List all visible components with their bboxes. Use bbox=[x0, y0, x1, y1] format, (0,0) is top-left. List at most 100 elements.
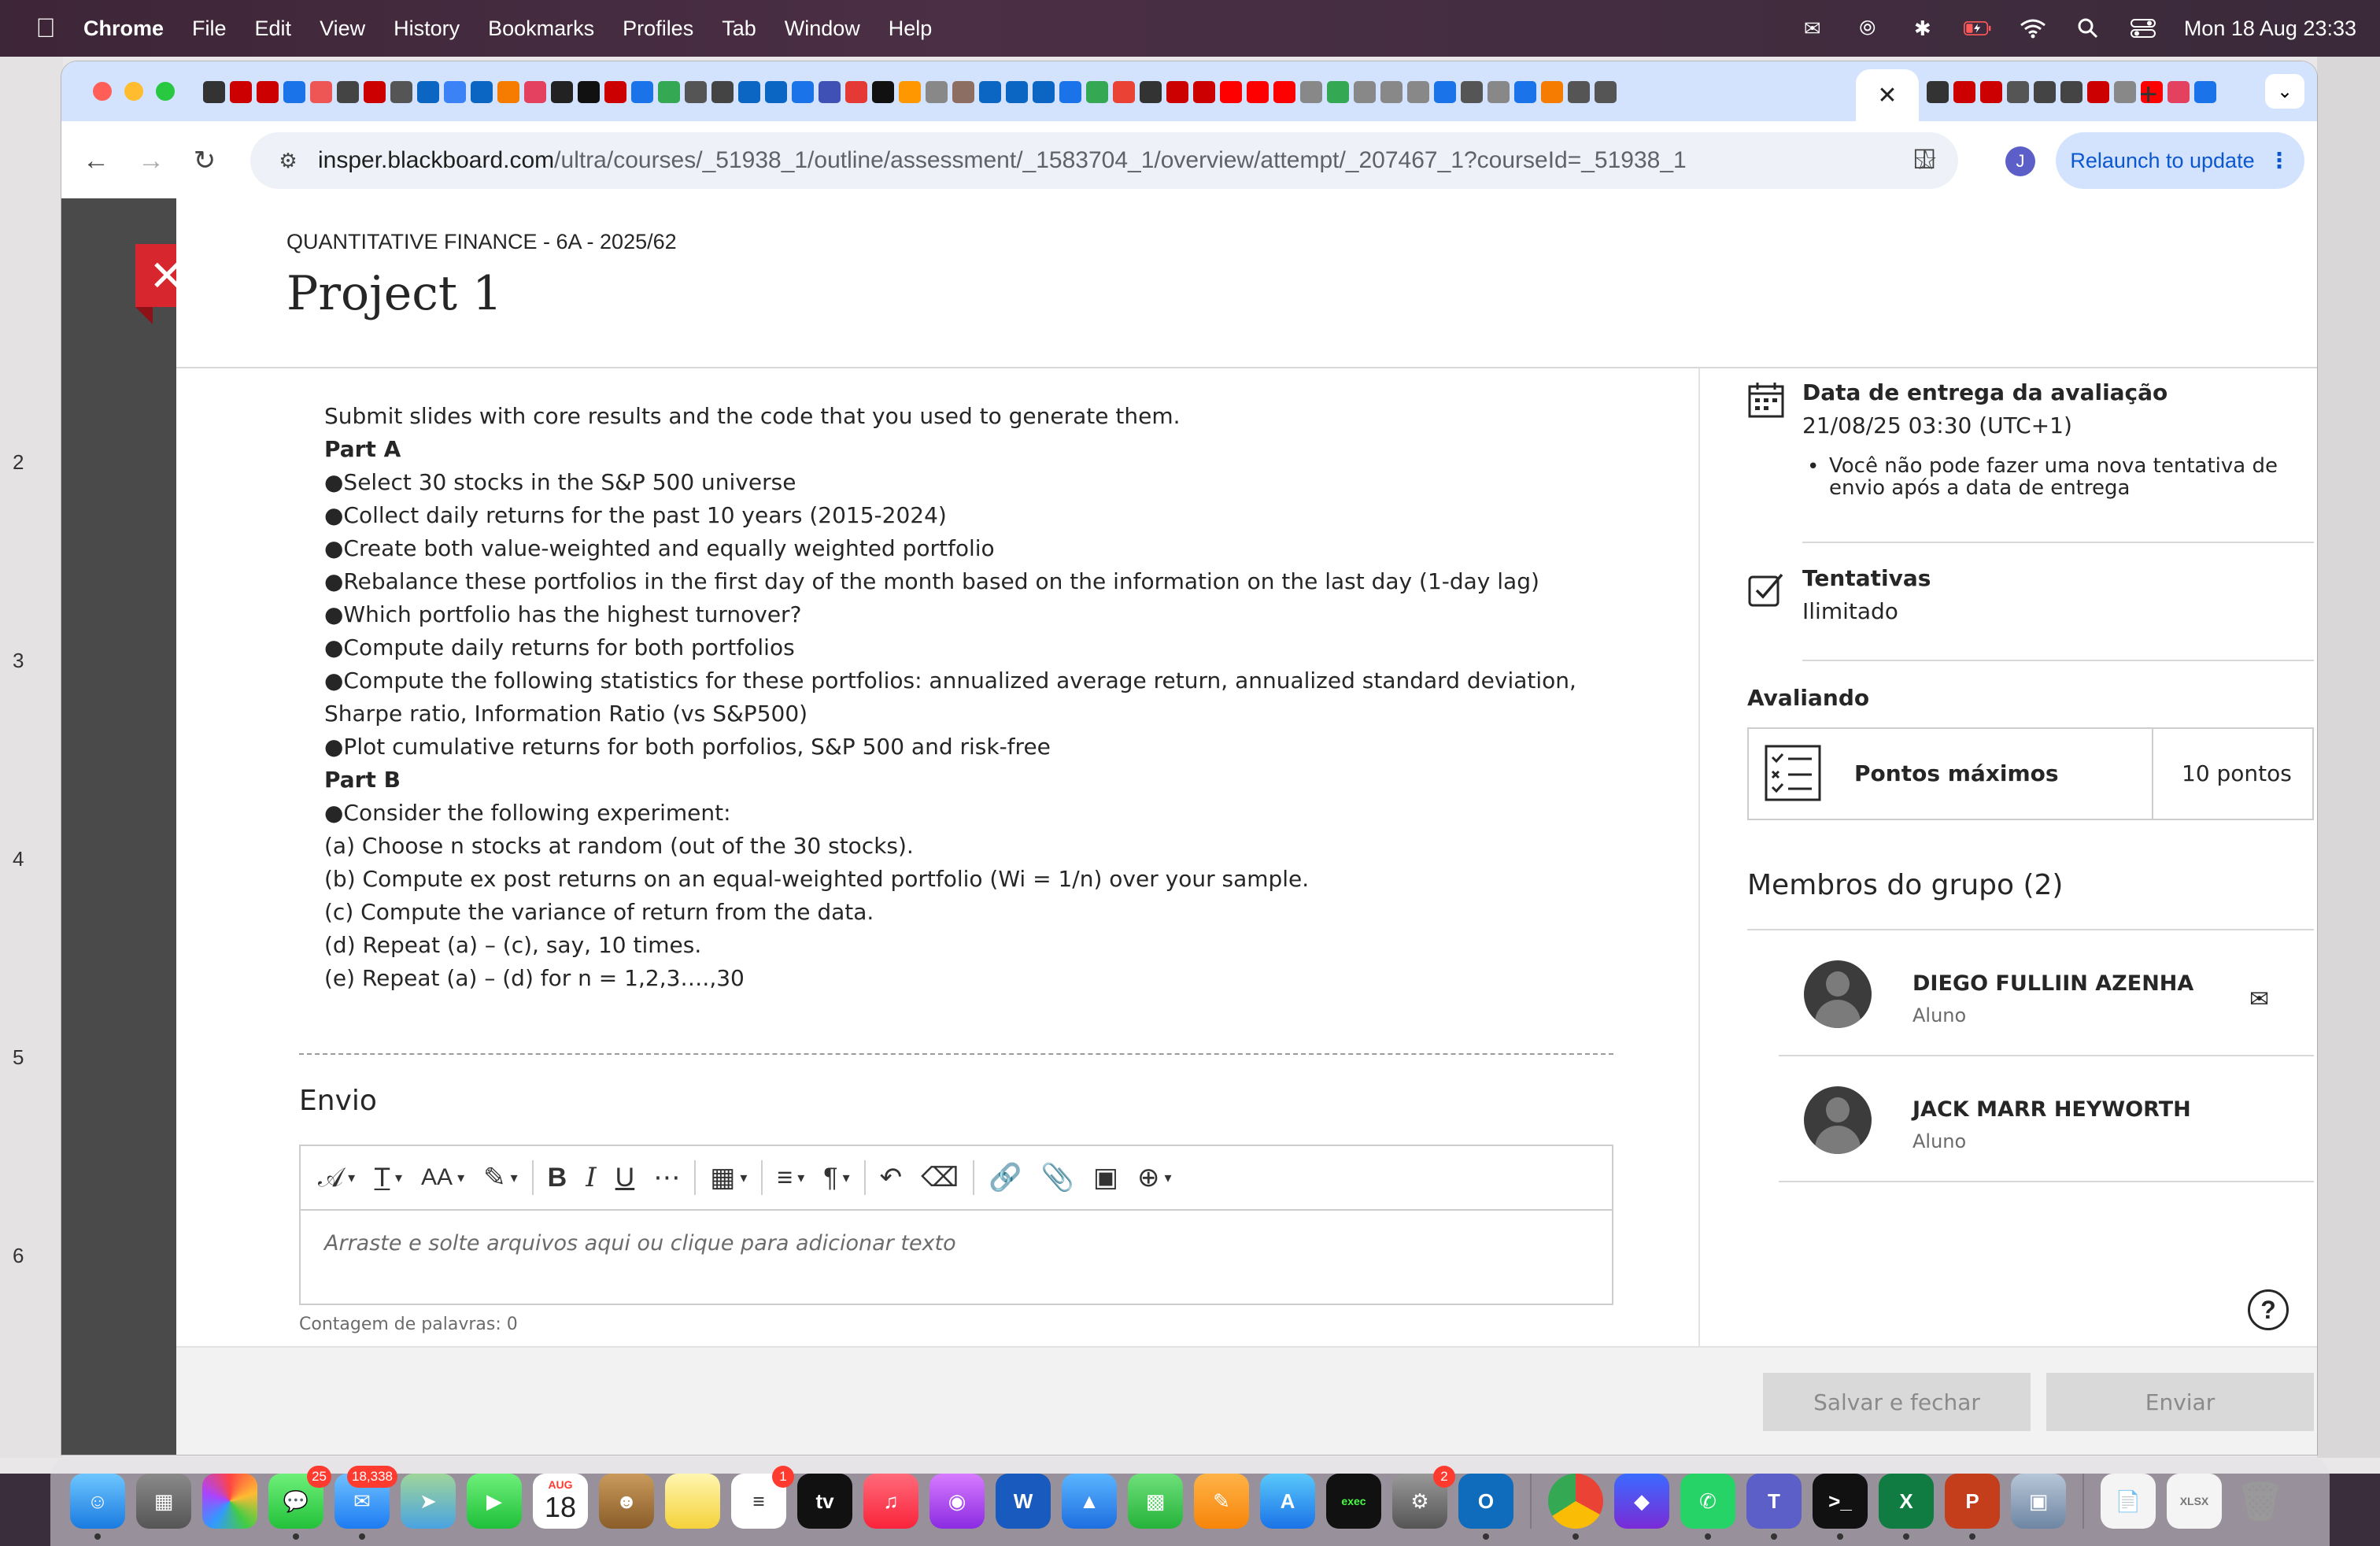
attachment-icon[interactable]: 📎 bbox=[1032, 1154, 1084, 1201]
text-style-icon[interactable]: 𝒜 ▾ bbox=[309, 1154, 364, 1201]
help-question-icon[interactable]: ? bbox=[2248, 1289, 2289, 1330]
tab-favicon-icon[interactable] bbox=[1327, 81, 1349, 103]
align-icon[interactable]: ≡ ▾ bbox=[767, 1154, 814, 1201]
keynote-icon[interactable]: ▲ bbox=[1062, 1474, 1117, 1529]
menu-history[interactable]: History bbox=[394, 17, 460, 41]
tab-favicon-icon[interactable] bbox=[819, 81, 841, 103]
slide-number[interactable]: 5 bbox=[13, 1045, 24, 1070]
tab-favicon-icon[interactable] bbox=[685, 81, 707, 103]
calendar-app-icon[interactable]: AUG 18 bbox=[533, 1474, 588, 1529]
tab-favicon-icon[interactable] bbox=[1380, 81, 1402, 103]
site-info-icon[interactable]: ⚙ bbox=[272, 149, 304, 173]
reminders-icon[interactable]: ≡ 1 bbox=[731, 1466, 794, 1529]
maps-icon[interactable]: ➤ bbox=[401, 1474, 456, 1529]
xlsx-stack-icon[interactable]: XLSX bbox=[2167, 1474, 2222, 1529]
outlook-status-icon[interactable]: ✉ bbox=[1798, 17, 1827, 40]
tab-favicon-icon[interactable] bbox=[497, 81, 519, 103]
tab-favicon-icon[interactable] bbox=[524, 81, 546, 103]
editor-placeholder[interactable]: Arraste e solte arquivos aqui ou clique … bbox=[324, 1231, 956, 1256]
whatsapp-icon[interactable]: ✆ bbox=[1680, 1474, 1735, 1540]
trash-icon[interactable]: 🗑 bbox=[2233, 1474, 2288, 1529]
battery-icon[interactable] bbox=[1963, 17, 1992, 40]
tab-favicon-icon[interactable] bbox=[310, 81, 332, 103]
tab-favicon-icon[interactable] bbox=[1220, 81, 1242, 103]
notes-icon[interactable] bbox=[665, 1474, 720, 1529]
underline-icon[interactable]: U bbox=[606, 1154, 645, 1201]
tab-favicon-icon[interactable] bbox=[2168, 81, 2190, 103]
tab-favicon-icon[interactable] bbox=[1461, 81, 1483, 103]
tab-favicon-icon[interactable] bbox=[1407, 81, 1429, 103]
active-tab[interactable]: ✕ bbox=[1856, 69, 1919, 121]
tab-favicon-icon[interactable] bbox=[1113, 81, 1135, 103]
terminal-icon[interactable]: >_ bbox=[1813, 1474, 1868, 1540]
tab-favicon-icon[interactable] bbox=[1514, 81, 1536, 103]
tab-favicon-icon[interactable] bbox=[2007, 81, 2029, 103]
table-icon[interactable]: ▦ ▾ bbox=[700, 1154, 756, 1201]
tab-favicon-icon[interactable] bbox=[1033, 81, 1055, 103]
tab-favicon-icon[interactable] bbox=[2114, 81, 2136, 103]
submit-button[interactable]: Enviar bbox=[2046, 1373, 2314, 1431]
minimize-window-icon[interactable] bbox=[124, 82, 143, 101]
powerpoint-icon[interactable]: P bbox=[1945, 1474, 2000, 1540]
tab-favicon-icon[interactable] bbox=[471, 81, 493, 103]
menu-profiles[interactable]: Profiles bbox=[623, 17, 693, 41]
wifi-icon[interactable] bbox=[2019, 17, 2047, 40]
tab-favicon-icon[interactable] bbox=[631, 81, 653, 103]
teams-icon[interactable]: T bbox=[1746, 1474, 1802, 1540]
close-window-icon[interactable] bbox=[93, 82, 112, 101]
tab-favicon-icon[interactable] bbox=[578, 81, 600, 103]
zoom-window-icon[interactable] bbox=[156, 82, 175, 101]
system-settings-icon[interactable]: ⚙ 2 bbox=[1392, 1466, 1455, 1529]
tab-favicon-icon[interactable] bbox=[872, 81, 894, 103]
tab-favicon-icon[interactable] bbox=[952, 81, 974, 103]
spotlight-search-icon[interactable] bbox=[2074, 17, 2102, 40]
tab-favicon-icon[interactable] bbox=[1086, 81, 1108, 103]
app-store-icon[interactable]: A bbox=[1260, 1474, 1315, 1529]
tab-favicon-icon[interactable] bbox=[792, 81, 814, 103]
tab-favicon-icon[interactable] bbox=[1006, 81, 1028, 103]
mail-icon[interactable]: ✉ 18,338 bbox=[334, 1466, 397, 1540]
paragraph-icon[interactable]: ¶ ▾ bbox=[814, 1154, 859, 1201]
more-options-icon[interactable]: ⋮ bbox=[2269, 149, 2290, 173]
tab-favicon-icon[interactable] bbox=[1166, 81, 1188, 103]
extensions-puzzle-icon[interactable]: ◫ bbox=[1913, 142, 1936, 172]
tab-favicon-icon[interactable] bbox=[551, 81, 573, 103]
tab-favicon-icon[interactable] bbox=[1953, 81, 1975, 103]
menu-tab[interactable]: Tab bbox=[722, 17, 756, 41]
tab-favicon-icon[interactable] bbox=[1568, 81, 1590, 103]
music-icon[interactable]: ♫ bbox=[863, 1474, 918, 1529]
submission-editor[interactable]: 𝒜 ▾ T̲ ▾ AA ▾ ✎ ▾ B I U ⋯ ▦ ▾ ≡ ▾ ¶ ▾ ↶ … bbox=[299, 1145, 1613, 1305]
tab-favicon-icon[interactable] bbox=[257, 81, 279, 103]
launchpad-icon[interactable]: ▦ bbox=[136, 1474, 191, 1529]
forward-arrow-icon[interactable]: → bbox=[132, 142, 170, 179]
tab-favicon-icon[interactable] bbox=[899, 81, 921, 103]
reload-icon[interactable]: ↻ bbox=[186, 142, 224, 179]
tab-favicon-icon[interactable] bbox=[1488, 81, 1510, 103]
slide-number[interactable]: 3 bbox=[13, 649, 24, 673]
paragraph-format-icon[interactable]: T̲ ▾ bbox=[364, 1154, 412, 1201]
undo-icon[interactable]: ↶ bbox=[870, 1154, 912, 1201]
tab-favicon-icon[interactable] bbox=[444, 81, 466, 103]
tab-favicon-icon[interactable] bbox=[658, 81, 680, 103]
menu-app-name[interactable]: Chrome bbox=[83, 17, 164, 41]
tab-favicon-icon[interactable] bbox=[845, 81, 867, 103]
tab-favicon-icon[interactable] bbox=[1300, 81, 1322, 103]
tab-favicon-icon[interactable] bbox=[1980, 81, 2002, 103]
chrome-icon[interactable] bbox=[1548, 1474, 1603, 1540]
word-icon[interactable]: W bbox=[996, 1474, 1051, 1529]
group-member[interactable]: DIEGO FULLIIN AZENHA Aluno ✉ bbox=[1779, 929, 2298, 1055]
menu-file[interactable]: File bbox=[192, 17, 227, 41]
preview-icon[interactable]: ▣ bbox=[2011, 1474, 2066, 1529]
more-formatting-icon[interactable]: ⋯ bbox=[644, 1154, 689, 1201]
profile-avatar[interactable]: J bbox=[2005, 146, 2035, 176]
tab-close-icon[interactable]: ✕ bbox=[1877, 82, 1897, 109]
menu-bar-clock[interactable]: Mon 18 Aug 23:33 bbox=[2184, 17, 2356, 41]
shortcuts-icon[interactable]: ◆ bbox=[1614, 1474, 1669, 1529]
tab-favicon-icon[interactable] bbox=[1595, 81, 1617, 103]
tab-favicon-icon[interactable] bbox=[230, 81, 252, 103]
pages-icon[interactable]: ✎ bbox=[1194, 1474, 1249, 1529]
photos-icon[interactable] bbox=[202, 1474, 257, 1529]
tab-search-chevron-icon[interactable]: ⌄ bbox=[2265, 74, 2304, 109]
slide-number[interactable]: 4 bbox=[13, 847, 24, 871]
bluetooth-icon[interactable]: ✱ bbox=[1909, 17, 1937, 40]
